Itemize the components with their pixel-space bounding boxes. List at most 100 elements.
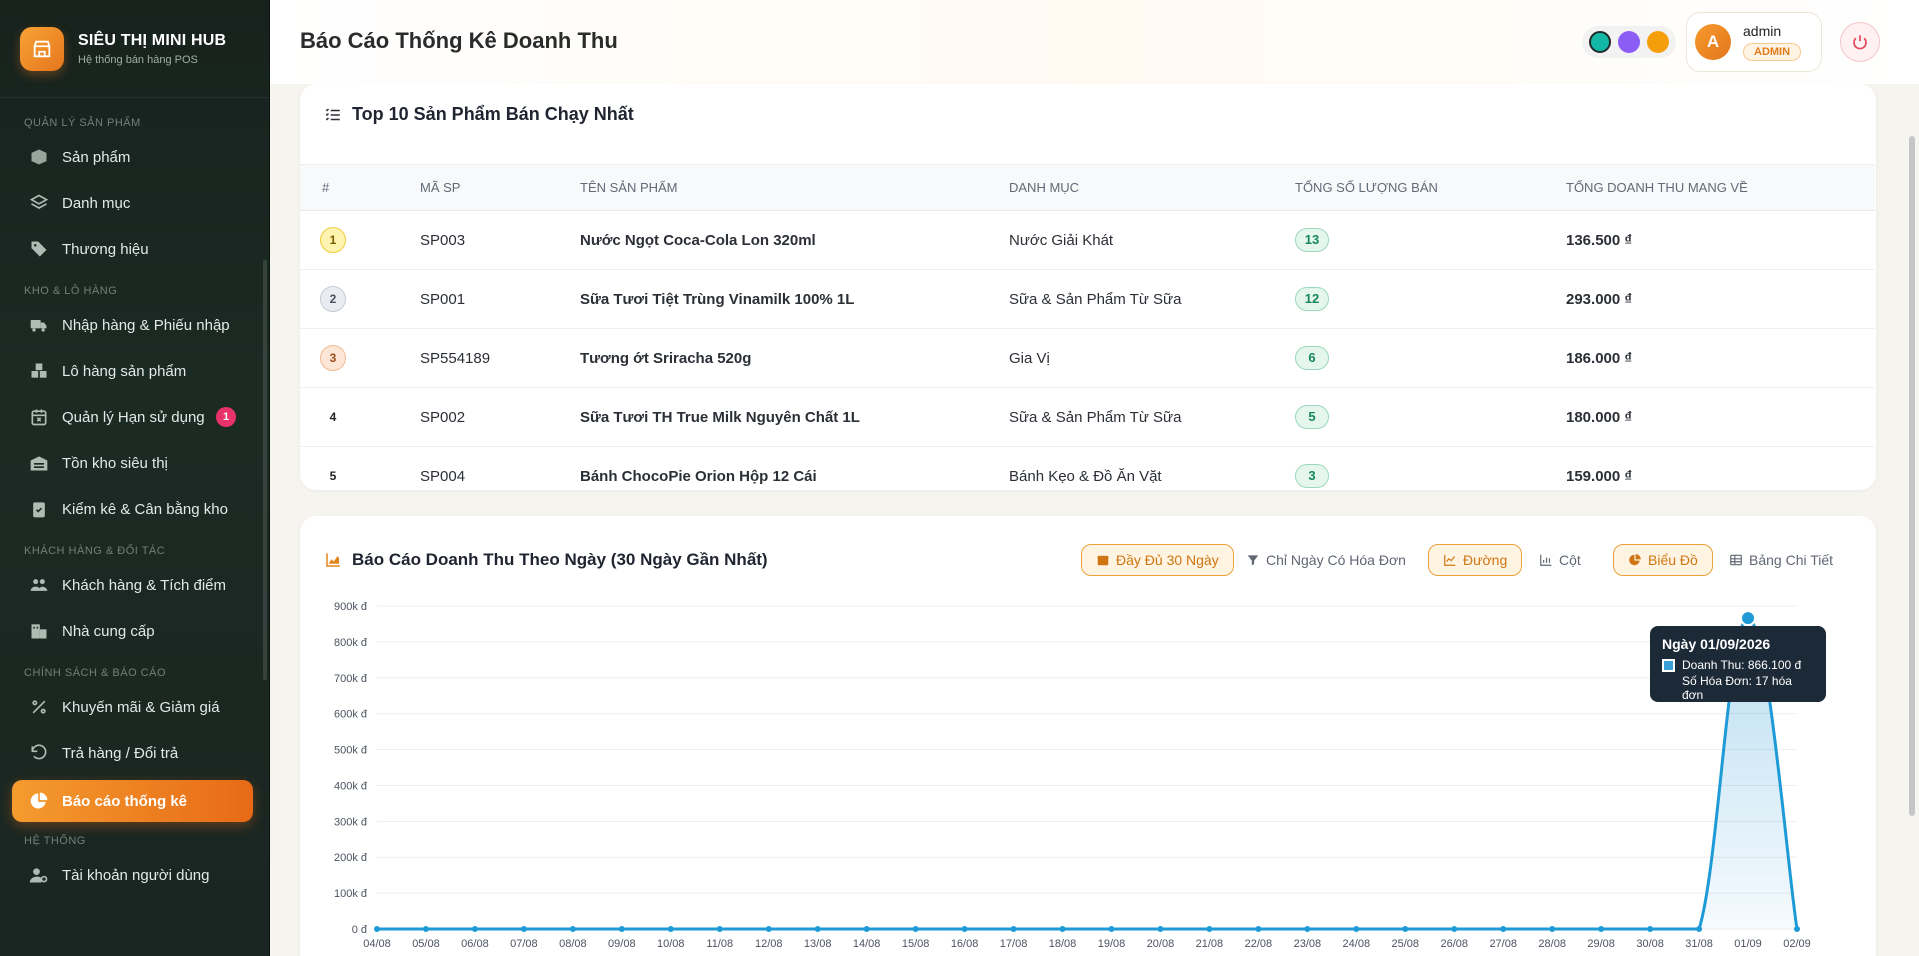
x-tick-label: 21/08 xyxy=(1196,938,1224,950)
product-name: Nước Ngọt Coca-Cola Lon 320ml xyxy=(580,210,1009,270)
sidebar-item-label: Kiểm kê & Cân bằng kho xyxy=(62,500,228,518)
col-rank[interactable]: # xyxy=(300,164,420,211)
theme-dot-purple[interactable] xyxy=(1617,31,1640,53)
y-tick-label: 200k đ xyxy=(334,852,368,864)
calendar-x-icon xyxy=(28,406,50,428)
x-tick-label: 31/08 xyxy=(1685,938,1713,950)
table-row[interactable]: 2 SP001 Sữa Tươi Tiệt Trùng Vinamilk 100… xyxy=(300,269,1875,329)
x-tick-label: 20/08 xyxy=(1147,938,1175,950)
sidebar-item-label: Báo cáo thống kê xyxy=(62,792,188,810)
revenue-line-chart[interactable]: 0 đ 100k đ 200k đ 300k đ 400k đ 500k đ 600k đ 7… xyxy=(300,516,1876,956)
sidebar-item-label: Sản phẩm xyxy=(62,148,131,166)
x-tick-label: 09/08 xyxy=(608,938,636,950)
x-tick-label: 15/08 xyxy=(902,938,930,950)
theme-dot-teal[interactable] xyxy=(1589,31,1612,53)
y-tick-label: 700k đ xyxy=(334,673,368,685)
users-icon xyxy=(28,574,50,596)
sidebar-item-promotions[interactable]: Khuyến mãi & Giảm giá xyxy=(0,684,269,730)
nav-section-warehouse: KHO & LÔ HÀNG xyxy=(24,285,118,297)
col-category[interactable]: DANH MỤC xyxy=(1009,164,1295,211)
x-tick-label: 28/08 xyxy=(1538,938,1566,950)
sidebar-item-batches[interactable]: Lô hàng sản phẩm xyxy=(0,348,269,394)
sidebar-item-label: Nhà cung cấp xyxy=(62,622,155,640)
x-tick-label: 22/08 xyxy=(1245,938,1273,950)
sidebar-scrollbar[interactable] xyxy=(263,260,267,680)
x-tick-label: 11/08 xyxy=(706,938,733,950)
brand[interactable]: SIÊU THỊ MINI HUB Hệ thống bán hàng POS xyxy=(0,0,269,98)
sidebar-item-categories[interactable]: Danh mục xyxy=(0,180,269,226)
sidebar-item-inventory-check[interactable]: Kiểm kê & Cân bằng kho xyxy=(0,486,269,532)
data-point xyxy=(471,926,478,932)
data-point xyxy=(618,926,625,932)
x-tick-label: 23/08 xyxy=(1294,938,1322,950)
product-name: Sữa Tươi Tiệt Trùng Vinamilk 100% 1L xyxy=(580,269,1009,329)
x-tick-label: 27/08 xyxy=(1489,938,1517,950)
sidebar-item-suppliers[interactable]: Nhà cung cấp xyxy=(0,608,269,654)
sidebar-item-returns[interactable]: Trả hàng / Đổi trả xyxy=(0,730,269,776)
clipboard-check-icon xyxy=(28,498,50,520)
sidebar-item-reports[interactable]: Báo cáo thống kê xyxy=(12,780,253,822)
sidebar-item-label: Quản lý Hạn sử dụng xyxy=(62,408,205,426)
brand-title: SIÊU THỊ MINI HUB xyxy=(78,31,227,49)
brand-subtitle: Hệ thống bán hàng POS xyxy=(78,53,198,66)
sidebar-item-expiry[interactable]: Quản lý Hạn sử dụng 1 xyxy=(0,394,269,440)
x-tick-label: 10/08 xyxy=(657,938,685,950)
sidebar-item-brands[interactable]: Thương hiệu xyxy=(0,226,269,272)
x-tick-label: 25/08 xyxy=(1392,938,1420,950)
x-tick-label: 29/08 xyxy=(1587,938,1615,950)
y-tick-label: 300k đ xyxy=(334,816,368,828)
data-point xyxy=(1010,926,1017,932)
x-tick-label: 08/08 xyxy=(559,938,587,950)
expiry-badge: 1 xyxy=(216,407,236,427)
tooltip-revenue: Doanh Thu: 866.100 đ xyxy=(1682,658,1802,672)
logout-button[interactable] xyxy=(1840,22,1880,62)
x-tick-label: 17/08 xyxy=(1000,938,1028,950)
data-point xyxy=(961,926,968,932)
nav-section-customers: KHÁCH HÀNG & ĐỐI TÁC xyxy=(24,545,166,557)
user-name: admin xyxy=(1743,23,1782,39)
col-name[interactable]: TÊN SẢN PHẨM xyxy=(580,164,1009,211)
table-row[interactable]: 4 SP002 Sữa Tươi TH True Milk Nguyên Chấ… xyxy=(300,387,1875,447)
sidebar-item-user-accounts[interactable]: Tài khoản người dùng xyxy=(0,852,269,898)
tooltip-swatch xyxy=(1662,658,1675,672)
product-revenue: 293.000 ₫ xyxy=(1566,269,1875,329)
x-tick-label: 18/08 xyxy=(1049,938,1077,950)
data-point xyxy=(1157,926,1164,932)
theme-dot-orange[interactable] xyxy=(1646,31,1669,53)
sidebar-item-customers[interactable]: Khách hàng & Tích điểm xyxy=(0,562,269,608)
rank-badge: 5 xyxy=(329,469,337,484)
sidebar-item-products[interactable]: Sản phẩm xyxy=(0,134,269,180)
data-point xyxy=(1696,926,1703,932)
main-scrollbar[interactable] xyxy=(1909,136,1915,816)
y-tick-label: 400k đ xyxy=(334,780,368,792)
col-revenue[interactable]: TỔNG DOANH THU MANG VỀ xyxy=(1566,164,1875,211)
data-point xyxy=(1598,926,1605,932)
table-row[interactable]: 3 SP554189 Tương ớt Sriracha 520g Gia Vị… xyxy=(300,328,1875,388)
data-point xyxy=(569,926,576,932)
sidebar-item-stock[interactable]: Tồn kho siêu thị xyxy=(0,440,269,486)
revenue-chart-card: Báo Cáo Doanh Thu Theo Ngày (30 Ngày Gần… xyxy=(300,516,1876,956)
list-icon xyxy=(324,106,352,124)
user-menu[interactable]: A admin ADMIN xyxy=(1686,12,1822,72)
col-qty[interactable]: TỔNG SỐ LƯỢNG BÁN xyxy=(1295,164,1566,211)
x-tick-label: 07/08 xyxy=(510,938,538,950)
product-revenue: 136.500 ₫ xyxy=(1566,210,1875,270)
truck-icon xyxy=(28,314,50,336)
product-category: Nước Giải Khát xyxy=(1009,210,1295,270)
table-row[interactable]: 5 SP004 Bánh ChocoPie Orion Hộp 12 Cái B… xyxy=(300,447,1875,506)
table-row[interactable]: 1 SP003 Nước Ngọt Coca-Cola Lon 320ml Nư… xyxy=(300,210,1875,270)
data-point xyxy=(1740,610,1757,627)
x-tick-label: 06/08 xyxy=(461,938,489,950)
rank-badge: 4 xyxy=(329,410,337,424)
user-role-badge: ADMIN xyxy=(1743,43,1802,61)
tooltip-invoices: Số Hóa Đơn: 17 hóa đơn xyxy=(1682,674,1792,702)
x-tick-label: 30/08 xyxy=(1636,938,1664,950)
data-point xyxy=(716,926,723,932)
tooltip-title: Ngày 01/09/2026 xyxy=(1662,636,1771,652)
sidebar-item-imports[interactable]: Nhập hàng & Phiếu nhập xyxy=(0,302,269,348)
y-tick-label: 100k đ xyxy=(334,888,368,900)
x-tick-label: 02/09 xyxy=(1783,938,1811,950)
col-code[interactable]: MÃ SP xyxy=(420,164,580,211)
y-tick-label: 900k đ xyxy=(334,601,368,613)
sidebar-item-label: Lô hàng sản phẩm xyxy=(62,362,187,380)
